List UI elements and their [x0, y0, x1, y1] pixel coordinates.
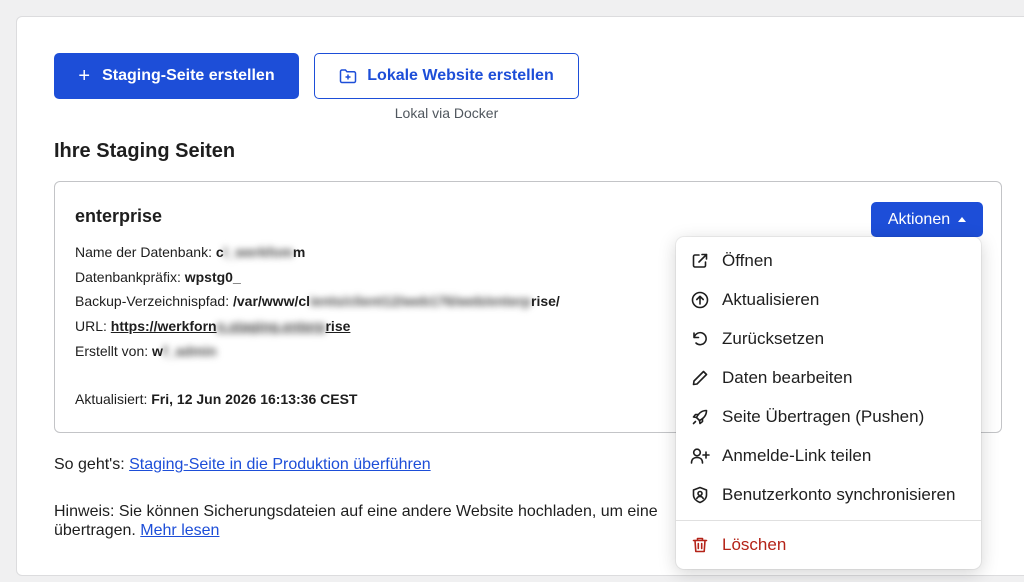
url-row: URL: https://werkfornn.staging.enterpris…: [75, 318, 351, 334]
read-more-link[interactable]: Mehr lesen: [140, 522, 219, 539]
actions-button[interactable]: Aktionen: [871, 202, 983, 237]
menu-item-push[interactable]: Seite Übertragen (Pushen): [676, 399, 981, 435]
menu-item-reset[interactable]: Zurücksetzen: [676, 321, 981, 357]
menu-item-share-login-link[interactable]: Anmelde-Link teilen: [676, 438, 981, 474]
site-name: enterprise: [75, 206, 163, 226]
actions-label: Aktionen: [887, 210, 951, 228]
db-prefix-row: Datenbankpräfix: wpstg0_: [75, 269, 241, 285]
updated-row: Aktualisiert: Fri, 12 Jun 2026 16:13:36 …: [75, 391, 358, 407]
local-via-docker-hint: Lokal via Docker: [394, 105, 499, 121]
menu-item-delete[interactable]: Löschen: [676, 527, 981, 563]
menu-item-sync-user[interactable]: Benutzerkonto synchronisieren: [676, 477, 981, 513]
section-title: Ihre Staging Seiten: [54, 140, 236, 162]
menu-divider: [676, 520, 981, 521]
create-staging-label: Staging-Seite erstellen: [102, 67, 275, 84]
trash-icon: [690, 535, 710, 555]
create-local-website-button[interactable]: Lokale Website erstellen: [314, 53, 579, 99]
hint-note: Hinweis: Sie können Sicherungsdateien au…: [54, 503, 658, 539]
undo-icon: [690, 329, 710, 349]
create-local-label: Lokale Website erstellen: [367, 67, 554, 84]
howto-link[interactable]: Staging-Seite in die Produktion überführ…: [129, 456, 431, 473]
menu-item-open[interactable]: Öffnen: [676, 243, 981, 279]
user-plus-icon: [690, 446, 710, 466]
site-url-link[interactable]: https://werkfornn.staging.enterprise: [111, 318, 351, 334]
pencil-icon: [690, 368, 710, 388]
actions-dropdown-menu: Öffnen Aktualisieren Zurücksetzen Daten …: [676, 237, 981, 569]
db-name-row: Name der Datenbank: cl_werkfomm: [75, 244, 306, 260]
caret-up-icon: [958, 217, 967, 222]
external-link-icon: [690, 251, 710, 271]
menu-item-edit-data[interactable]: Daten bearbeiten: [676, 360, 981, 396]
created-by-row: Erstellt von: wf_admin: [75, 343, 217, 359]
folder-plus-icon: [339, 68, 357, 84]
menu-item-update[interactable]: Aktualisieren: [676, 282, 981, 318]
backup-path-row: Backup-Verzeichnispfad: /var/www/clients…: [75, 293, 560, 309]
plus-icon: +: [78, 65, 91, 87]
arrow-up-circle-icon: [690, 290, 710, 310]
howto-line: So geht's: Staging-Seite in die Produkti…: [54, 456, 431, 473]
shield-user-icon: [690, 485, 710, 505]
create-staging-button[interactable]: + Staging-Seite erstellen: [54, 53, 299, 99]
rocket-icon: [690, 407, 710, 427]
